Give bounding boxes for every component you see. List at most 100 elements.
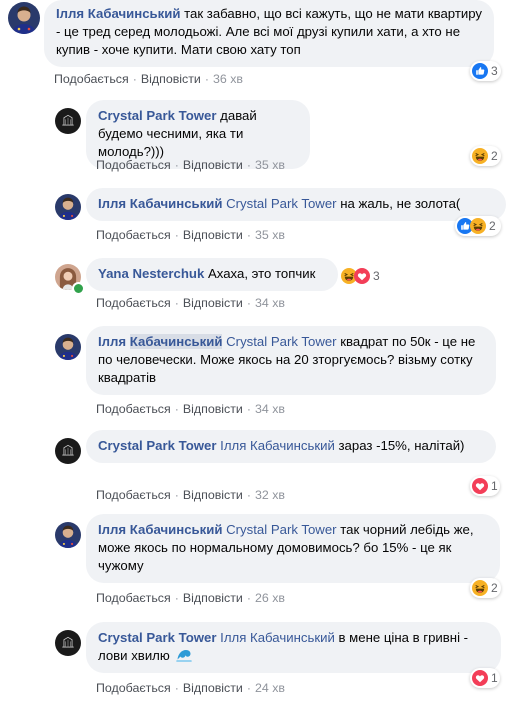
- separator: ·: [204, 72, 209, 86]
- reaction-count: 1: [491, 671, 498, 685]
- separator: ·: [246, 591, 251, 605]
- comment-bubble: Ілля Кабачинський Crystal Park Tower так…: [86, 514, 500, 583]
- avatar[interactable]: [55, 108, 81, 134]
- separator: ·: [246, 402, 251, 416]
- comment-author[interactable]: Ілля Кабачинський: [98, 334, 223, 349]
- comment-time[interactable]: 34 хв: [255, 296, 285, 310]
- like-icon: [472, 63, 488, 79]
- comment-author[interactable]: Ілля Кабачинський: [56, 6, 180, 21]
- like-link[interactable]: Подобається: [96, 681, 171, 695]
- avatar[interactable]: [55, 438, 81, 464]
- comment-time[interactable]: 34 хв: [255, 402, 285, 416]
- reply-link[interactable]: Відповісти: [183, 296, 243, 310]
- reply-link[interactable]: Відповісти: [183, 402, 243, 416]
- separator: ·: [174, 296, 179, 310]
- like-link[interactable]: Подобається: [96, 591, 171, 605]
- comment-mention[interactable]: Ілля Кабачинський: [220, 438, 335, 453]
- comment-author[interactable]: Ілля Кабачинський: [98, 196, 222, 211]
- comment-author[interactable]: Crystal Park Tower: [98, 438, 217, 453]
- comment-mention[interactable]: Crystal Park Tower: [226, 522, 336, 537]
- comment-time[interactable]: 26 хв: [255, 591, 285, 605]
- comment-4: Ілля Кабачинський Crystal Park Tower ква…: [0, 326, 511, 421]
- online-indicator: [72, 282, 85, 295]
- separator: ·: [246, 228, 251, 242]
- avatar-image: [55, 194, 81, 220]
- separator: ·: [246, 296, 251, 310]
- reaction-count: 2: [491, 149, 498, 163]
- comment-author[interactable]: Crystal Park Tower: [98, 630, 217, 645]
- avatar-image: [8, 2, 40, 34]
- love-icon: [354, 268, 370, 284]
- comment-mention[interactable]: Ілля Кабачинський: [220, 630, 335, 645]
- comment-actions: Подобається · Відповісти · 35 хв: [96, 228, 285, 242]
- comment-bubble: Ілля Кабачинський Crystal Park Tower ква…: [86, 326, 496, 395]
- comment-actions: Подобається · Відповісти · 34 хв: [96, 402, 285, 416]
- reply-link[interactable]: Відповісти: [183, 228, 243, 242]
- reaction-count: 2: [491, 581, 498, 595]
- reaction-summary[interactable]: 2: [470, 146, 501, 166]
- like-link[interactable]: Подобається: [96, 402, 171, 416]
- comment-5: Crystal Park Tower Ілля Кабачинський зар…: [0, 430, 511, 510]
- comment-time[interactable]: 24 хв: [255, 681, 285, 695]
- author-first-name: Ілля: [98, 334, 127, 349]
- comment-author[interactable]: Ілля Кабачинський: [98, 522, 222, 537]
- avatar[interactable]: [55, 630, 81, 656]
- avatar[interactable]: [55, 522, 81, 548]
- comment-bubble: Crystal Park Tower Ілля Кабачинський зар…: [86, 430, 496, 463]
- separator: ·: [174, 158, 179, 172]
- comment-mention[interactable]: Crystal Park Tower: [226, 334, 336, 349]
- comment-0: Ілля Кабачинський так забавно, що всі ка…: [0, 0, 511, 95]
- comment-time[interactable]: 32 хв: [255, 488, 285, 502]
- comment-mention[interactable]: Crystal Park Tower: [226, 196, 336, 211]
- love-icon: [472, 670, 488, 686]
- avatar[interactable]: [55, 194, 81, 220]
- comment-bubble: Ілля Кабачинський так забавно, що всі ка…: [44, 0, 494, 67]
- wave-emoji-icon: [176, 647, 192, 663]
- avatar[interactable]: [8, 2, 40, 34]
- separator: ·: [174, 402, 179, 416]
- comment-bubble: Ілля Кабачинський Crystal Park Tower на …: [86, 188, 506, 221]
- avatar-image: [55, 630, 81, 656]
- comment-author[interactable]: Yana Nesterchuk: [98, 266, 204, 281]
- comment-1: Crystal Park Tower давай будемо чесними,…: [0, 100, 511, 178]
- like-link[interactable]: Подобається: [96, 296, 171, 310]
- separator: ·: [246, 158, 251, 172]
- comment-time[interactable]: 35 хв: [255, 158, 285, 172]
- reaction-summary[interactable]: 2: [455, 216, 501, 236]
- comment-2: Ілля Кабачинський Crystal Park Tower на …: [0, 188, 511, 248]
- separator: ·: [246, 488, 251, 502]
- separator: ·: [174, 591, 179, 605]
- reaction-count: 3: [491, 64, 498, 78]
- avatar-image: [55, 438, 81, 464]
- comment-actions: Подобається · Відповісти · 24 хв: [96, 681, 285, 695]
- separator: ·: [132, 72, 137, 86]
- like-link[interactable]: Подобається: [96, 228, 171, 242]
- like-link[interactable]: Подобається: [54, 72, 129, 86]
- reply-link[interactable]: Відповісти: [183, 681, 243, 695]
- reply-link[interactable]: Відповісти: [141, 72, 201, 86]
- reaction-count: 2: [489, 219, 496, 233]
- reaction-summary[interactable]: 1: [470, 476, 500, 496]
- comment-actions: Подобається · Відповісти · 26 хв: [96, 591, 285, 605]
- reaction-summary[interactable]: 3: [339, 266, 386, 286]
- reply-link[interactable]: Відповісти: [183, 158, 243, 172]
- separator: ·: [174, 228, 179, 242]
- like-link[interactable]: Подобається: [96, 158, 171, 172]
- comment-author[interactable]: Crystal Park Tower: [98, 108, 217, 123]
- comment-time[interactable]: 36 хв: [213, 72, 243, 86]
- separator: ·: [174, 488, 179, 502]
- comment-text: Ахаха, это топчик: [207, 266, 316, 281]
- reaction-summary[interactable]: 3: [470, 61, 501, 81]
- author-last-name-highlight: Кабачинський: [129, 334, 223, 349]
- reaction-summary[interactable]: 2: [470, 578, 501, 598]
- haha-icon: [472, 580, 488, 596]
- comment-7: Crystal Park Tower Ілля Кабачинський в м…: [0, 622, 511, 707]
- comment-time[interactable]: 35 хв: [255, 228, 285, 242]
- haha-icon: [472, 148, 488, 164]
- reaction-summary[interactable]: 1: [470, 668, 500, 688]
- like-link[interactable]: Подобається: [96, 488, 171, 502]
- reaction-count: 3: [373, 269, 380, 283]
- reply-link[interactable]: Відповісти: [183, 488, 243, 502]
- avatar[interactable]: [55, 334, 81, 360]
- reply-link[interactable]: Відповісти: [183, 591, 243, 605]
